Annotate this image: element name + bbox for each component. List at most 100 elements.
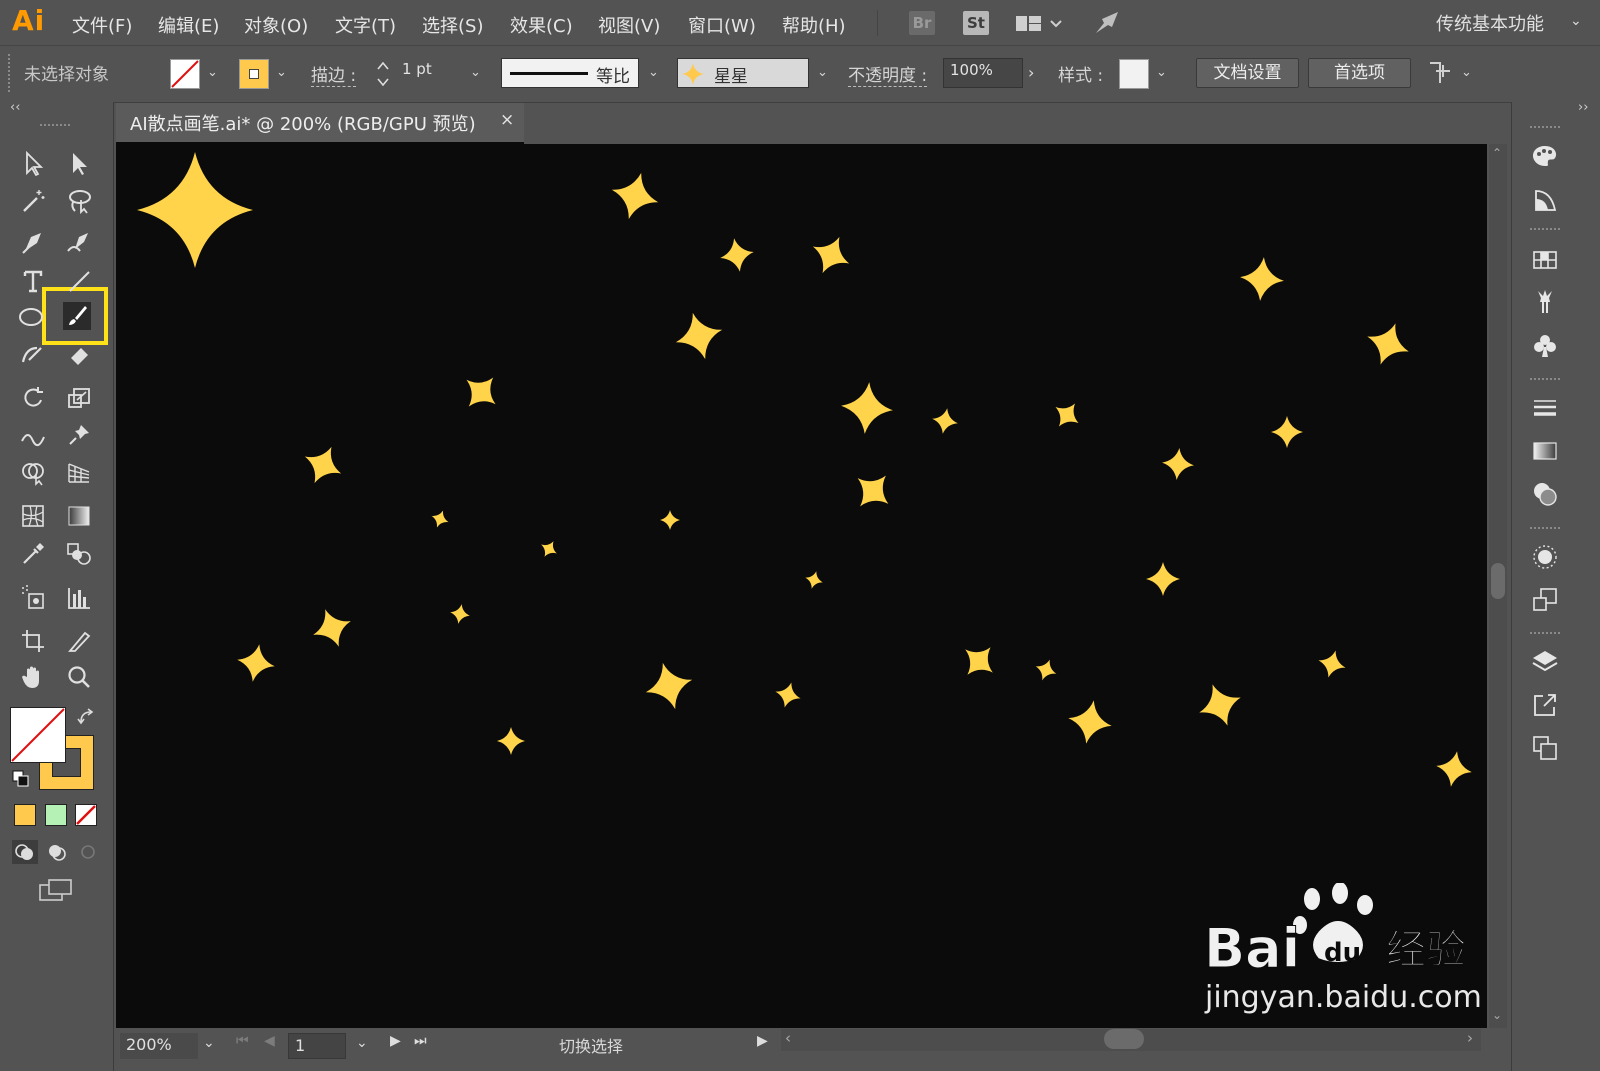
scroll-right-icon[interactable]: › bbox=[1467, 1029, 1473, 1047]
document-tab[interactable]: AI散点画笔.ai* @ 200% (RGB/GPU 预览) × bbox=[116, 103, 524, 144]
none-mode-button[interactable] bbox=[75, 804, 97, 826]
last-artboard-icon[interactable]: ⏭ bbox=[414, 1033, 427, 1049]
direct-selection-tool[interactable] bbox=[62, 147, 96, 179]
chevron-right-icon[interactable]: › bbox=[1028, 63, 1034, 82]
star-shape-6[interactable] bbox=[1360, 316, 1416, 372]
brushes-panel-button[interactable] bbox=[1529, 286, 1561, 318]
preferences-button[interactable]: 首选项 bbox=[1308, 58, 1411, 88]
color-guide-panel-button[interactable] bbox=[1529, 183, 1561, 215]
curvature-tool[interactable] bbox=[62, 227, 96, 259]
width-tool[interactable] bbox=[16, 419, 50, 451]
menu-view[interactable]: 视图(V) bbox=[598, 12, 660, 38]
menu-type[interactable]: 文字(T) bbox=[335, 12, 396, 38]
star-shape-29[interactable] bbox=[497, 727, 525, 755]
collapse-dock-icon[interactable]: ›› bbox=[1578, 100, 1588, 115]
asset-export-panel-button[interactable] bbox=[1529, 689, 1561, 721]
stroke-weight-stepper[interactable] bbox=[376, 59, 390, 89]
magic-wand-tool[interactable] bbox=[16, 185, 50, 217]
color-mode-button[interactable] bbox=[14, 804, 36, 826]
scale-tool[interactable] bbox=[62, 382, 96, 414]
star-shape-18[interactable] bbox=[660, 510, 680, 530]
eyedropper-tool[interactable] bbox=[16, 538, 50, 570]
star-shape-9[interactable] bbox=[839, 380, 895, 436]
scroll-down-icon[interactable]: ⌄ bbox=[1492, 1008, 1502, 1022]
chevron-down-icon[interactable]: ⌄ bbox=[207, 65, 221, 80]
layers-panel-button[interactable] bbox=[1529, 646, 1561, 678]
horizontal-scroll-thumb[interactable] bbox=[1104, 1029, 1144, 1049]
star-shape-28[interactable] bbox=[1315, 647, 1349, 681]
fill-swatch[interactable] bbox=[170, 59, 200, 89]
workspace-switcher[interactable]: 传统基本功能 bbox=[1436, 10, 1544, 36]
line-segment-tool[interactable] bbox=[62, 265, 96, 297]
star-shape-26[interactable] bbox=[954, 636, 1005, 687]
bridge-button[interactable]: Br bbox=[909, 11, 935, 35]
arrange-documents-button[interactable] bbox=[1015, 12, 1063, 40]
stroke-panel-button[interactable] bbox=[1529, 392, 1561, 424]
fill-color-box[interactable] bbox=[10, 707, 66, 763]
chevron-down-icon[interactable]: ⌄ bbox=[276, 65, 290, 80]
stock-button[interactable]: St bbox=[963, 11, 989, 35]
chevron-down-icon[interactable]: ⌄ bbox=[356, 1035, 368, 1051]
menu-file[interactable]: 文件(F) bbox=[72, 12, 132, 38]
perspective-grid-tool[interactable] bbox=[62, 456, 96, 488]
draw-normal-button[interactable] bbox=[12, 840, 38, 864]
variable-width-profile[interactable]: 等比 bbox=[501, 58, 639, 88]
gradient-panel-button[interactable] bbox=[1529, 435, 1561, 467]
chevron-down-icon[interactable]: ⌄ bbox=[1156, 65, 1170, 80]
stroke-label[interactable]: 描边 : bbox=[311, 61, 357, 87]
chevron-down-icon[interactable]: ⌄ bbox=[648, 65, 662, 80]
star-shape-20[interactable] bbox=[1146, 562, 1180, 596]
symbols-panel-button[interactable] bbox=[1529, 330, 1561, 362]
rotate-tool[interactable] bbox=[16, 382, 50, 414]
stroke-swatch[interactable] bbox=[239, 59, 269, 89]
star-shape-11[interactable] bbox=[1048, 396, 1087, 435]
artboards-panel-button[interactable] bbox=[1529, 732, 1561, 764]
star-shape-22[interactable] bbox=[306, 602, 357, 653]
eraser-tool[interactable] bbox=[62, 338, 96, 370]
star-shape-1[interactable] bbox=[137, 152, 253, 268]
gpu-performance-button[interactable] bbox=[1092, 9, 1122, 41]
star-shape-12[interactable] bbox=[1271, 416, 1303, 448]
draw-behind-button[interactable] bbox=[44, 840, 70, 864]
chevron-down-icon[interactable]: ⌄ bbox=[817, 65, 831, 80]
menu-window[interactable]: 窗口(W) bbox=[688, 12, 756, 38]
menu-object[interactable]: 对象(O) bbox=[244, 12, 308, 38]
chevron-down-icon[interactable]: ⌄ bbox=[1461, 65, 1475, 80]
star-shape-15[interactable] bbox=[845, 463, 901, 519]
menu-select[interactable]: 选择(S) bbox=[422, 12, 483, 38]
star-shape-16[interactable] bbox=[428, 507, 451, 530]
star-shape-8[interactable] bbox=[454, 365, 508, 419]
type-tool[interactable] bbox=[16, 265, 50, 297]
chevron-down-icon[interactable]: ⌄ bbox=[203, 1035, 215, 1051]
star-shape-25[interactable] bbox=[772, 679, 804, 711]
star-shape-13[interactable] bbox=[296, 438, 349, 491]
collapse-panel-icon[interactable]: ‹‹ bbox=[10, 100, 20, 115]
star-shape-24[interactable] bbox=[640, 657, 699, 716]
star-shape-32[interactable] bbox=[1433, 748, 1475, 790]
artboard-tool[interactable] bbox=[16, 625, 50, 657]
hand-tool[interactable] bbox=[16, 661, 50, 693]
selection-tool[interactable] bbox=[16, 147, 50, 179]
brush-definition[interactable]: 星星 bbox=[677, 58, 809, 88]
blend-tool[interactable] bbox=[62, 538, 96, 570]
star-shape-5[interactable] bbox=[1238, 255, 1286, 303]
default-fill-stroke-button[interactable] bbox=[12, 770, 30, 792]
star-shape-17[interactable] bbox=[537, 537, 562, 562]
appearance-panel-button[interactable] bbox=[1529, 541, 1561, 573]
swatches-panel-button[interactable] bbox=[1529, 244, 1561, 276]
scroll-up-icon[interactable]: ⌃ bbox=[1492, 146, 1502, 160]
star-shape-19[interactable] bbox=[803, 569, 825, 591]
zoom-tool[interactable] bbox=[62, 661, 96, 693]
vertical-scroll-thumb[interactable] bbox=[1491, 563, 1505, 599]
star-shape-23[interactable] bbox=[234, 641, 278, 685]
graphic-style-swatch[interactable] bbox=[1119, 59, 1149, 89]
screen-mode-button[interactable] bbox=[37, 876, 75, 908]
star-shape-14[interactable] bbox=[1161, 447, 1196, 482]
star-shape-21[interactable] bbox=[448, 602, 471, 625]
chevron-down-icon[interactable]: ⌄ bbox=[470, 65, 484, 80]
previous-artboard-icon[interactable]: ◀ bbox=[264, 1033, 275, 1049]
chevron-down-icon[interactable]: ⌄ bbox=[1570, 13, 1582, 29]
color-panel-button[interactable] bbox=[1529, 140, 1561, 172]
puppet-warp-tool[interactable] bbox=[62, 419, 96, 451]
scroll-left-icon[interactable]: ‹ bbox=[785, 1029, 791, 1047]
